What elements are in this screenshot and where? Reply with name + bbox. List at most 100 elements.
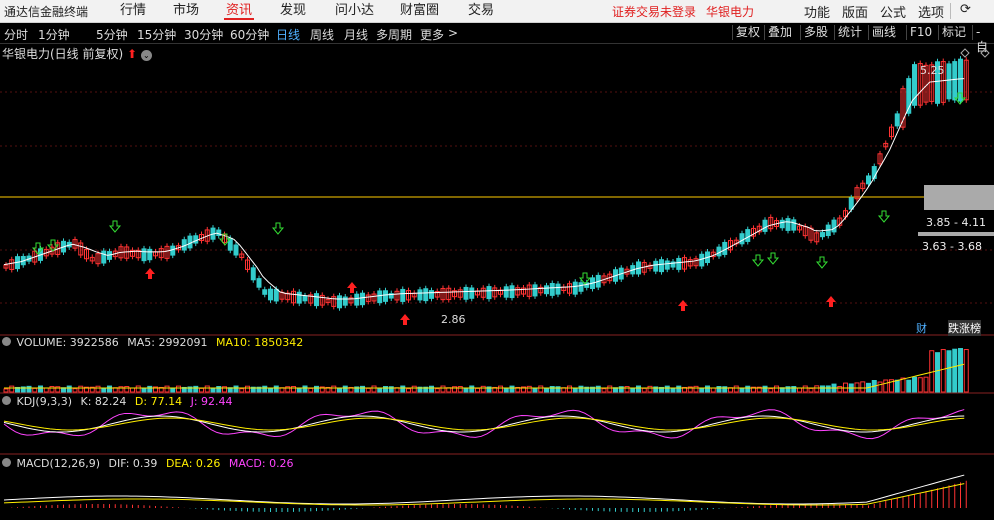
macd-dif-line xyxy=(3,474,965,505)
kdj-j-line xyxy=(3,409,965,440)
candle-body xyxy=(360,292,365,306)
volume-bar xyxy=(406,388,411,393)
buy-arrow-icon xyxy=(145,268,155,279)
volume-bar xyxy=(199,387,204,393)
candle-body xyxy=(233,244,239,256)
buy-arrow-icon xyxy=(678,300,688,311)
sell-arrow-icon xyxy=(108,220,122,233)
volume-bar xyxy=(808,387,814,393)
volume-bar xyxy=(331,385,337,393)
volume-bar xyxy=(917,377,923,393)
candle-body xyxy=(555,283,561,295)
candle-body xyxy=(463,286,469,300)
range-box-lower xyxy=(918,232,994,236)
candle-body xyxy=(699,253,705,267)
candle-body xyxy=(256,278,262,288)
candle-body xyxy=(791,219,797,231)
volume-bar xyxy=(273,385,279,393)
volume-bar xyxy=(130,387,135,393)
candle-body xyxy=(273,288,279,302)
candle-body xyxy=(946,63,952,100)
candle-body xyxy=(187,235,193,249)
panel-collapse-icon[interactable] xyxy=(2,396,11,405)
candle-body xyxy=(572,281,578,295)
volume-bar xyxy=(262,385,268,393)
volume-bar xyxy=(360,385,365,393)
volume-ma10: MA10: 1850342 xyxy=(215,336,304,349)
volume-bar xyxy=(595,385,601,393)
volume-bar xyxy=(705,385,710,393)
panel-collapse-icon[interactable] xyxy=(2,337,11,346)
sell-arrow-icon xyxy=(877,210,891,223)
volume-bar xyxy=(26,385,32,393)
volume-bar xyxy=(854,382,860,393)
candle-body xyxy=(383,290,388,302)
volume-bar xyxy=(785,386,791,393)
range-box-lower-label: 3.63 - 3.68 xyxy=(922,240,982,253)
candle-body xyxy=(417,289,423,301)
candle-body xyxy=(377,290,383,304)
candle-body xyxy=(779,219,785,229)
candle-body xyxy=(262,289,268,295)
volume-bar xyxy=(124,386,130,393)
volume-bar xyxy=(365,387,371,393)
candle-body xyxy=(469,287,475,299)
volume-bar xyxy=(291,386,296,393)
volume-bar xyxy=(176,385,181,393)
volume-bar xyxy=(38,385,43,393)
volume-bar xyxy=(762,385,768,393)
volume-bar xyxy=(601,388,607,393)
buy-arrow-icon xyxy=(826,296,836,307)
kline-chart-canvas[interactable] xyxy=(0,0,994,520)
buy-arrow-icon xyxy=(400,314,410,325)
volume-bar xyxy=(716,386,722,393)
volume-bar xyxy=(210,387,216,393)
candle-body xyxy=(250,267,256,281)
volume-bar xyxy=(440,385,446,393)
candle-body xyxy=(848,197,854,210)
candle-body xyxy=(544,285,549,295)
volume-bar xyxy=(946,350,952,393)
volume-bar xyxy=(814,385,820,393)
candle-body xyxy=(664,260,670,270)
macd-panel-header: MACD(12,26,9) DIF: 0.39 DEA: 0.26 MACD: … xyxy=(2,457,299,470)
volume-bar xyxy=(733,385,739,393)
volume-bar xyxy=(147,385,153,393)
candle-body xyxy=(503,286,509,298)
volume-bar xyxy=(883,379,889,393)
gainers-badge[interactable]: 跌涨榜 xyxy=(948,320,981,336)
volume-bar xyxy=(135,385,141,393)
volume-bar xyxy=(963,349,969,393)
volume-bar xyxy=(434,388,440,393)
volume-bar xyxy=(101,388,107,393)
chevron-down-icon[interactable]: ⌄ xyxy=(140,50,152,61)
candle-body xyxy=(400,288,406,302)
volume-bar xyxy=(170,388,176,393)
volume-bar xyxy=(664,385,670,393)
volume-bar xyxy=(475,387,480,393)
volume-bar xyxy=(49,386,55,393)
macd-dea: DEA: 0.26 xyxy=(165,457,221,470)
volume-value: VOLUME: 3922586 xyxy=(16,336,119,349)
buy-arrow-icon xyxy=(347,282,357,293)
volume-bar xyxy=(314,385,319,393)
volume-bar xyxy=(797,387,802,393)
candle-body xyxy=(296,291,302,304)
candle-body xyxy=(429,290,434,299)
volume-bar xyxy=(791,386,797,393)
panel-collapse-icon[interactable] xyxy=(2,458,11,467)
volume-bar xyxy=(3,388,9,393)
volume-bar xyxy=(567,385,572,393)
volume-bar xyxy=(526,385,532,393)
volume-bar xyxy=(141,387,147,393)
finance-badge[interactable]: 财 xyxy=(916,320,927,336)
volume-bar xyxy=(268,388,273,393)
volume-bar xyxy=(9,385,15,393)
volume-bar xyxy=(768,388,774,393)
candle-body xyxy=(147,248,153,261)
volume-bar xyxy=(532,387,538,393)
volume-bar xyxy=(837,385,843,393)
volume-bar xyxy=(233,385,239,393)
sell-arrow-icon xyxy=(271,222,285,235)
volume-bar xyxy=(952,348,958,393)
